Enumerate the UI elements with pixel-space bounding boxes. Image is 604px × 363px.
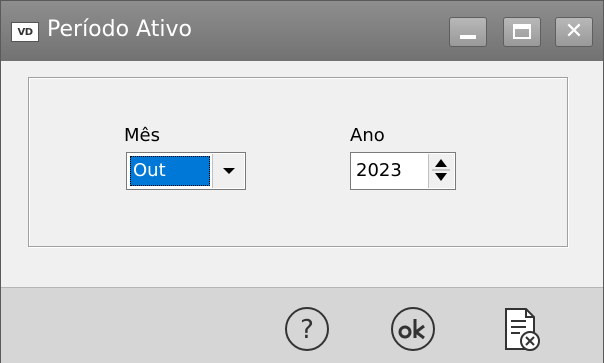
- cancel-document-icon: [505, 308, 540, 351]
- ok-icon: [391, 307, 435, 351]
- app-icon: VD: [11, 22, 39, 42]
- title-bar[interactable]: VD Período Ativo ✕: [1, 1, 603, 61]
- year-spinner-value: 2023: [356, 160, 402, 181]
- maximize-icon: [513, 24, 531, 39]
- month-label: Mês: [124, 125, 160, 146]
- minimize-button[interactable]: [449, 17, 487, 47]
- ok-button[interactable]: [389, 305, 437, 353]
- dropdown-button[interactable]: [212, 154, 244, 188]
- year-spinner[interactable]: 2023: [350, 152, 456, 190]
- minimize-icon: [460, 35, 476, 39]
- close-button[interactable]: ✕: [555, 17, 593, 47]
- close-icon: ✕: [564, 19, 584, 44]
- month-select[interactable]: Out: [126, 152, 246, 190]
- spinner-buttons[interactable]: [428, 154, 454, 188]
- svg-text:?: ?: [300, 315, 314, 345]
- help-icon: ?: [285, 307, 329, 351]
- period-group-box: [28, 77, 568, 247]
- maximize-button[interactable]: [503, 17, 541, 47]
- window-title: Período Ativo: [47, 17, 192, 42]
- client-area: [1, 61, 603, 287]
- year-label: Ano: [350, 125, 385, 146]
- month-select-value: Out: [130, 156, 210, 186]
- spin-arrows-icon: [432, 159, 450, 181]
- cancel-button[interactable]: [498, 305, 546, 353]
- dialog-window: VD Período Ativo ✕ Mês Out Ano 2023 ?: [0, 0, 604, 363]
- help-button[interactable]: ?: [283, 305, 331, 353]
- footer-toolbar: ?: [1, 287, 603, 363]
- chevron-down-icon: [222, 168, 235, 174]
